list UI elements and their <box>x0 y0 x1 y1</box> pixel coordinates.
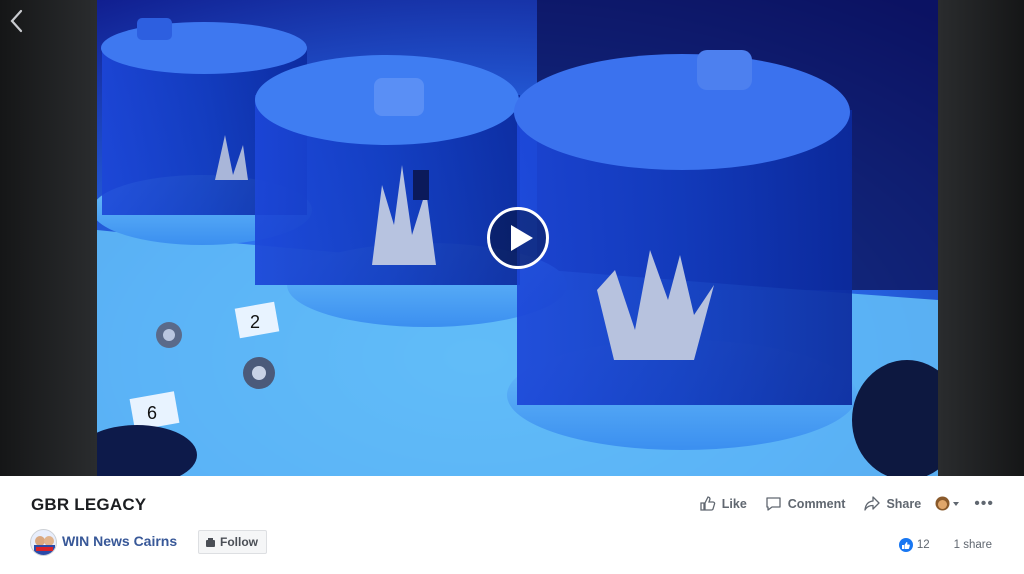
video-player[interactable]: 2 6 <box>0 0 1024 476</box>
like-badge-icon <box>898 538 913 552</box>
coral-tank-right <box>507 50 857 450</box>
page-name-link[interactable]: WIN News Cairns <box>62 533 177 549</box>
follow-label: Follow <box>220 535 258 549</box>
like-count-value: 12 <box>916 539 930 551</box>
play-button[interactable] <box>487 207 549 269</box>
share-label: Share <box>886 496 922 511</box>
chevron-down-icon <box>953 501 960 506</box>
more-icon[interactable]: ••• <box>974 495 994 511</box>
video-title: GBR LEGACY <box>31 495 147 514</box>
reaction-picker[interactable] <box>935 496 960 511</box>
thumbs-up-icon <box>700 496 716 511</box>
avatar[interactable] <box>30 529 57 556</box>
svg-text:6: 6 <box>147 403 157 423</box>
share-count[interactable]: 1 share <box>954 539 992 551</box>
svg-text:2: 2 <box>250 312 260 332</box>
share-icon <box>864 496 881 511</box>
video-info-bar: GBR LEGACY WIN News Cairns Follow Like C… <box>0 476 1024 574</box>
comment-label: Comment <box>787 496 846 511</box>
comment-button[interactable]: Comment <box>765 495 846 512</box>
share-button[interactable]: Share <box>863 495 921 512</box>
comment-icon <box>766 497 781 511</box>
like-button[interactable]: Like <box>699 495 747 512</box>
play-icon <box>511 225 533 251</box>
back-icon <box>10 9 23 33</box>
letterbox-right <box>938 0 1024 476</box>
like-label: Like <box>721 496 747 511</box>
letterbox-left <box>0 0 97 476</box>
back-button[interactable] <box>6 8 28 34</box>
follow-button[interactable]: Follow <box>198 530 267 554</box>
action-bar: Like Comment Share ••• <box>681 495 994 512</box>
follow-icon <box>206 537 215 547</box>
like-count[interactable]: 12 <box>898 538 930 552</box>
profile-reaction-icon <box>935 496 950 511</box>
engagement-stats: 12 1 share <box>898 538 992 552</box>
